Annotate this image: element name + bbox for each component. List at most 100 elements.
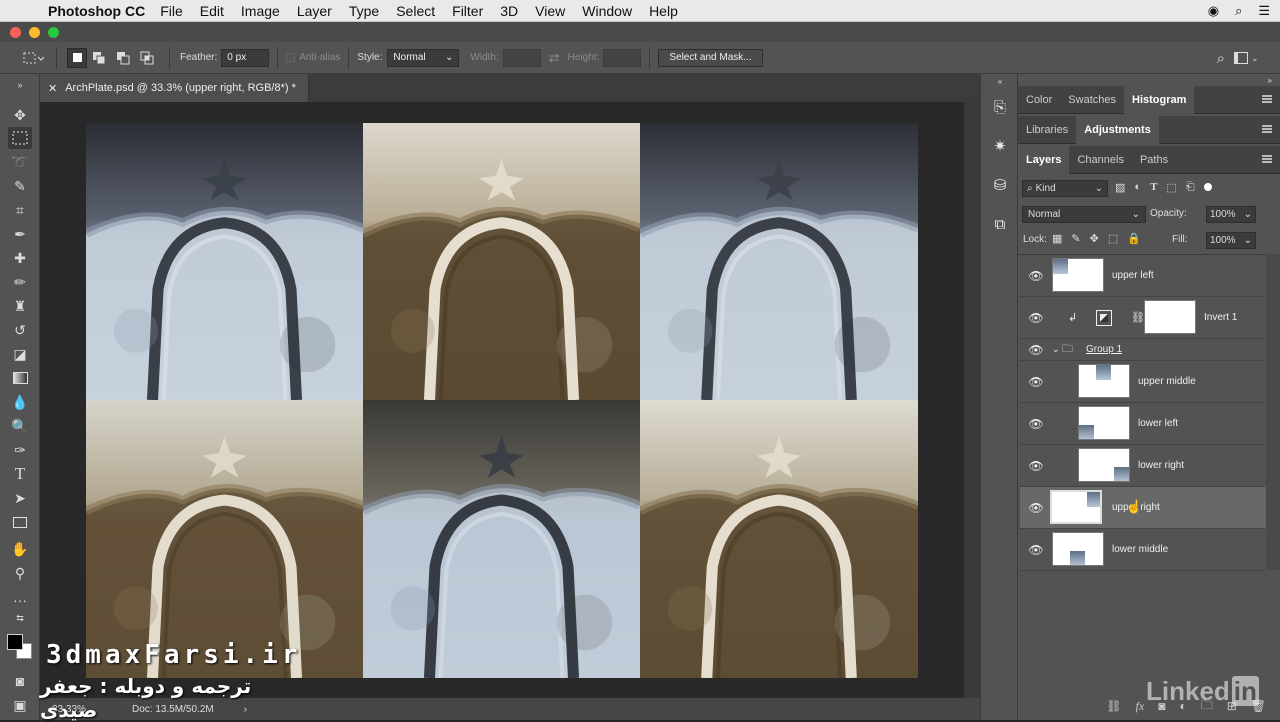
collapse-toolbar-icon[interactable]: » [8,80,32,90]
properties-panel-icon[interactable]: ⛁ [989,174,1011,196]
spotlight-search-icon[interactable]: ⌕ [1235,3,1242,19]
layers-scrollbar[interactable] [1266,254,1280,570]
healing-brush-tool-icon[interactable]: ✚ [8,247,32,269]
collapse-panels-icon[interactable]: » [1268,76,1272,85]
height-input[interactable] [603,48,642,67]
tab-histogram[interactable]: Histogram [1124,85,1195,114]
document-tab[interactable]: ✕ ArchPlate.psd @ 33.3% (upper right, RG… [40,74,309,102]
layer-row[interactable]: 👁 ↲ ⛓ Invert 1 [1020,297,1264,339]
fill-input[interactable]: 100% ⌄ [1206,232,1256,249]
filter-smart-object-icon[interactable]: ⎗ [1186,181,1195,194]
visibility-eye-icon[interactable]: 👁 [1028,501,1044,515]
zoom-window-icon[interactable] [48,26,59,38]
tab-paths[interactable]: Paths [1132,146,1176,174]
zoom-tool-icon[interactable]: ⚲ [8,562,32,584]
filter-adjustment-icon[interactable]: ◐ [1134,181,1141,194]
swap-dimensions-icon[interactable]: ⇄ [549,50,560,66]
minimize-window-icon[interactable] [29,26,40,38]
tab-layers[interactable]: Layers [1018,145,1070,174]
type-tool-icon[interactable]: T [8,463,32,485]
layer-filter-select[interactable]: ⌕ Kind ⌄ [1022,180,1108,197]
menu-3d[interactable]: 3D [500,3,518,19]
filter-shape-icon[interactable]: ⬚ [1166,181,1176,194]
visibility-eye-icon[interactable]: 👁 [1028,343,1044,357]
menu-image[interactable]: Image [241,3,280,19]
eraser-tool-icon[interactable]: ◪ [8,343,32,365]
close-tab-icon[interactable]: ✕ [48,82,57,95]
lock-position-icon[interactable]: ✥ [1090,232,1099,245]
marquee-preset-icon[interactable] [20,48,46,68]
lock-transparent-icon[interactable]: ▦ [1052,232,1062,245]
search-icon[interactable]: ⌕ [1217,50,1225,67]
tab-libraries[interactable]: Libraries [1018,116,1076,144]
screen-mode-icon[interactable]: ▣ [8,694,32,716]
quick-selection-tool-icon[interactable]: ✎ [8,175,32,197]
chain-link-icon[interactable]: ⛓ [1131,311,1145,324]
menu-help[interactable]: Help [649,3,678,19]
panel-menu-icon[interactable] [1262,125,1272,133]
foreground-color-swatch[interactable] [7,634,23,650]
menu-type[interactable]: Type [349,3,379,19]
lock-all-icon[interactable]: 🔒 [1127,232,1141,245]
panel-menu-icon[interactable] [1262,95,1272,103]
menu-filter[interactable]: Filter [452,3,483,19]
vertical-scrollbar[interactable] [964,102,980,698]
add-to-selection-icon[interactable] [87,48,111,68]
link-layers-icon[interactable]: ⛓ [1106,699,1121,713]
layer-row[interactable]: 👁 upper left [1020,255,1264,297]
layer-mask-thumbnail[interactable] [1144,300,1196,334]
notification-center-icon[interactable]: ☰ [1258,3,1270,19]
workspace-switcher-icon[interactable]: ⌄ [1234,51,1262,65]
path-selection-tool-icon[interactable]: ➤ [8,487,32,509]
select-and-mask-button[interactable]: Select and Mask... [658,48,763,67]
lock-artboard-icon[interactable]: ⬚ [1108,232,1118,245]
default-colors-icon[interactable]: ⇆ [8,612,32,624]
adjustment-layer-icon[interactable] [1096,309,1112,326]
dodge-tool-icon[interactable]: 🔍 [8,415,32,437]
new-selection-icon[interactable] [67,47,87,68]
gradient-tool-icon[interactable] [8,367,32,389]
visibility-eye-icon[interactable]: 👁 [1028,269,1044,283]
blend-mode-select[interactable]: Normal ⌄ [1022,206,1146,223]
visibility-eye-icon[interactable]: 👁 [1028,543,1044,557]
menu-edit[interactable]: Edit [200,3,224,19]
close-window-icon[interactable] [10,26,21,38]
history-panel-icon[interactable]: ⎘ [989,96,1011,118]
menu-window[interactable]: Window [582,3,632,19]
width-input[interactable] [502,48,541,67]
menu-file[interactable]: File [160,3,183,19]
tab-channels[interactable]: Channels [1069,146,1131,174]
layer-row[interactable]: 👁 lower right [1020,445,1264,487]
lasso-tool-icon[interactable]: ➰ [8,151,32,173]
history-brush-tool-icon[interactable]: ↺ [8,319,32,341]
filter-type-icon[interactable]: T [1150,181,1157,194]
tab-color[interactable]: Color [1018,86,1060,114]
intersect-selection-icon[interactable] [135,48,159,68]
brush-settings-panel-icon[interactable]: ✷ [989,135,1011,157]
opacity-input[interactable]: 100% ⌄ [1206,206,1256,223]
clone-stamp-tool-icon[interactable]: ♜ [8,295,32,317]
filter-pixel-icon[interactable]: ▨ [1115,181,1125,194]
layer-row[interactable]: 👁 upper middle [1020,361,1264,403]
canvas-image[interactable] [86,123,918,678]
layer-row[interactable]: 👁 lower left [1020,403,1264,445]
rectangle-tool-icon[interactable] [8,511,32,533]
blur-tool-icon[interactable]: 💧 [8,391,32,413]
brush-tool-icon[interactable]: ✏ [8,271,32,293]
creative-cloud-icon[interactable]: ◉ [1208,3,1219,19]
chevron-down-icon[interactable]: ⌄ [1052,344,1060,355]
pen-tool-icon[interactable]: ✑ [8,439,32,461]
menu-select[interactable]: Select [396,3,435,19]
edit-toolbar-icon[interactable]: ··· [8,589,32,611]
feather-input[interactable]: 0 px [221,48,270,67]
style-select[interactable]: Normal ⌄ [387,48,460,67]
rectangular-marquee-tool-icon[interactable] [8,127,32,149]
character-panel-icon[interactable]: ⧉ [989,213,1011,235]
visibility-eye-icon[interactable]: 👁 [1028,375,1044,389]
subtract-from-selection-icon[interactable] [111,48,135,68]
visibility-eye-icon[interactable]: 👁 [1028,417,1044,431]
tab-swatches[interactable]: Swatches [1060,86,1124,114]
visibility-eye-icon[interactable]: 👁 [1028,311,1044,325]
tab-adjustments[interactable]: Adjustments [1076,115,1159,144]
visibility-eye-icon[interactable]: 👁 [1028,459,1044,473]
